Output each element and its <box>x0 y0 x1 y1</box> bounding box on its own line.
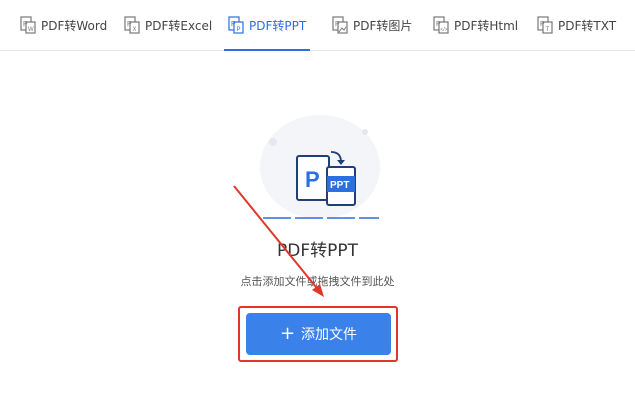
drop-hint: 点击添加文件或拖拽文件到此处 <box>240 275 395 288</box>
illustration-left-letter: P <box>305 167 320 192</box>
tab-pdf-to-excel[interactable]: P X PDF转Excel <box>124 0 212 50</box>
svg-text:W: W <box>28 27 34 33</box>
tab-pdf-to-image[interactable]: P PDF转图片 <box>332 0 412 50</box>
tab-pdf-to-html[interactable]: P </> PDF转Html <box>433 0 518 50</box>
add-file-label: 添加文件 <box>301 327 358 343</box>
tab-label: PDF转Word <box>41 18 108 33</box>
svg-text:P: P <box>237 27 241 33</box>
plus-icon: + <box>279 323 296 344</box>
page-title: PDF转PPT <box>276 241 358 261</box>
tab-label: PDF转图片 <box>353 18 413 33</box>
svg-text:P: P <box>127 21 132 28</box>
tab-label: PDF转TXT <box>558 18 617 33</box>
conversion-tab-bar: P W PDF转Word P X PDF转Excel P P PDF转PPT P… <box>0 0 635 51</box>
svg-text:P: P <box>540 21 545 28</box>
svg-text:P: P <box>335 21 340 28</box>
illustration-right-text: PPT <box>330 180 349 191</box>
svg-text:</>: </> <box>440 27 447 33</box>
tab-label: PDF转Excel <box>145 18 213 33</box>
svg-text:X: X <box>133 27 137 33</box>
pdf-to-ppt-illustration-icon: P PPT <box>260 115 380 219</box>
pdf-to-html-icon: P </> <box>433 16 449 34</box>
pdf-to-image-icon: P <box>332 16 348 34</box>
add-file-button[interactable]: + 添加文件 <box>246 313 391 355</box>
svg-text:T: T <box>546 27 550 33</box>
tab-pdf-to-word[interactable]: P W PDF转Word <box>20 0 107 50</box>
pdf-to-excel-icon: P X <box>124 16 140 34</box>
svg-text:P: P <box>231 21 236 28</box>
pdf-to-ppt-icon: P P <box>228 16 244 34</box>
tab-label: PDF转Html <box>454 18 519 33</box>
tab-label: PDF转PPT <box>249 18 307 33</box>
tab-pdf-to-ppt[interactable]: P P PDF转PPT <box>223 0 311 51</box>
pdf-to-word-icon: P W <box>20 16 36 34</box>
tab-pdf-to-txt[interactable]: P T PDF转TXT <box>537 0 616 50</box>
pdf-to-txt-icon: P T <box>537 16 553 34</box>
